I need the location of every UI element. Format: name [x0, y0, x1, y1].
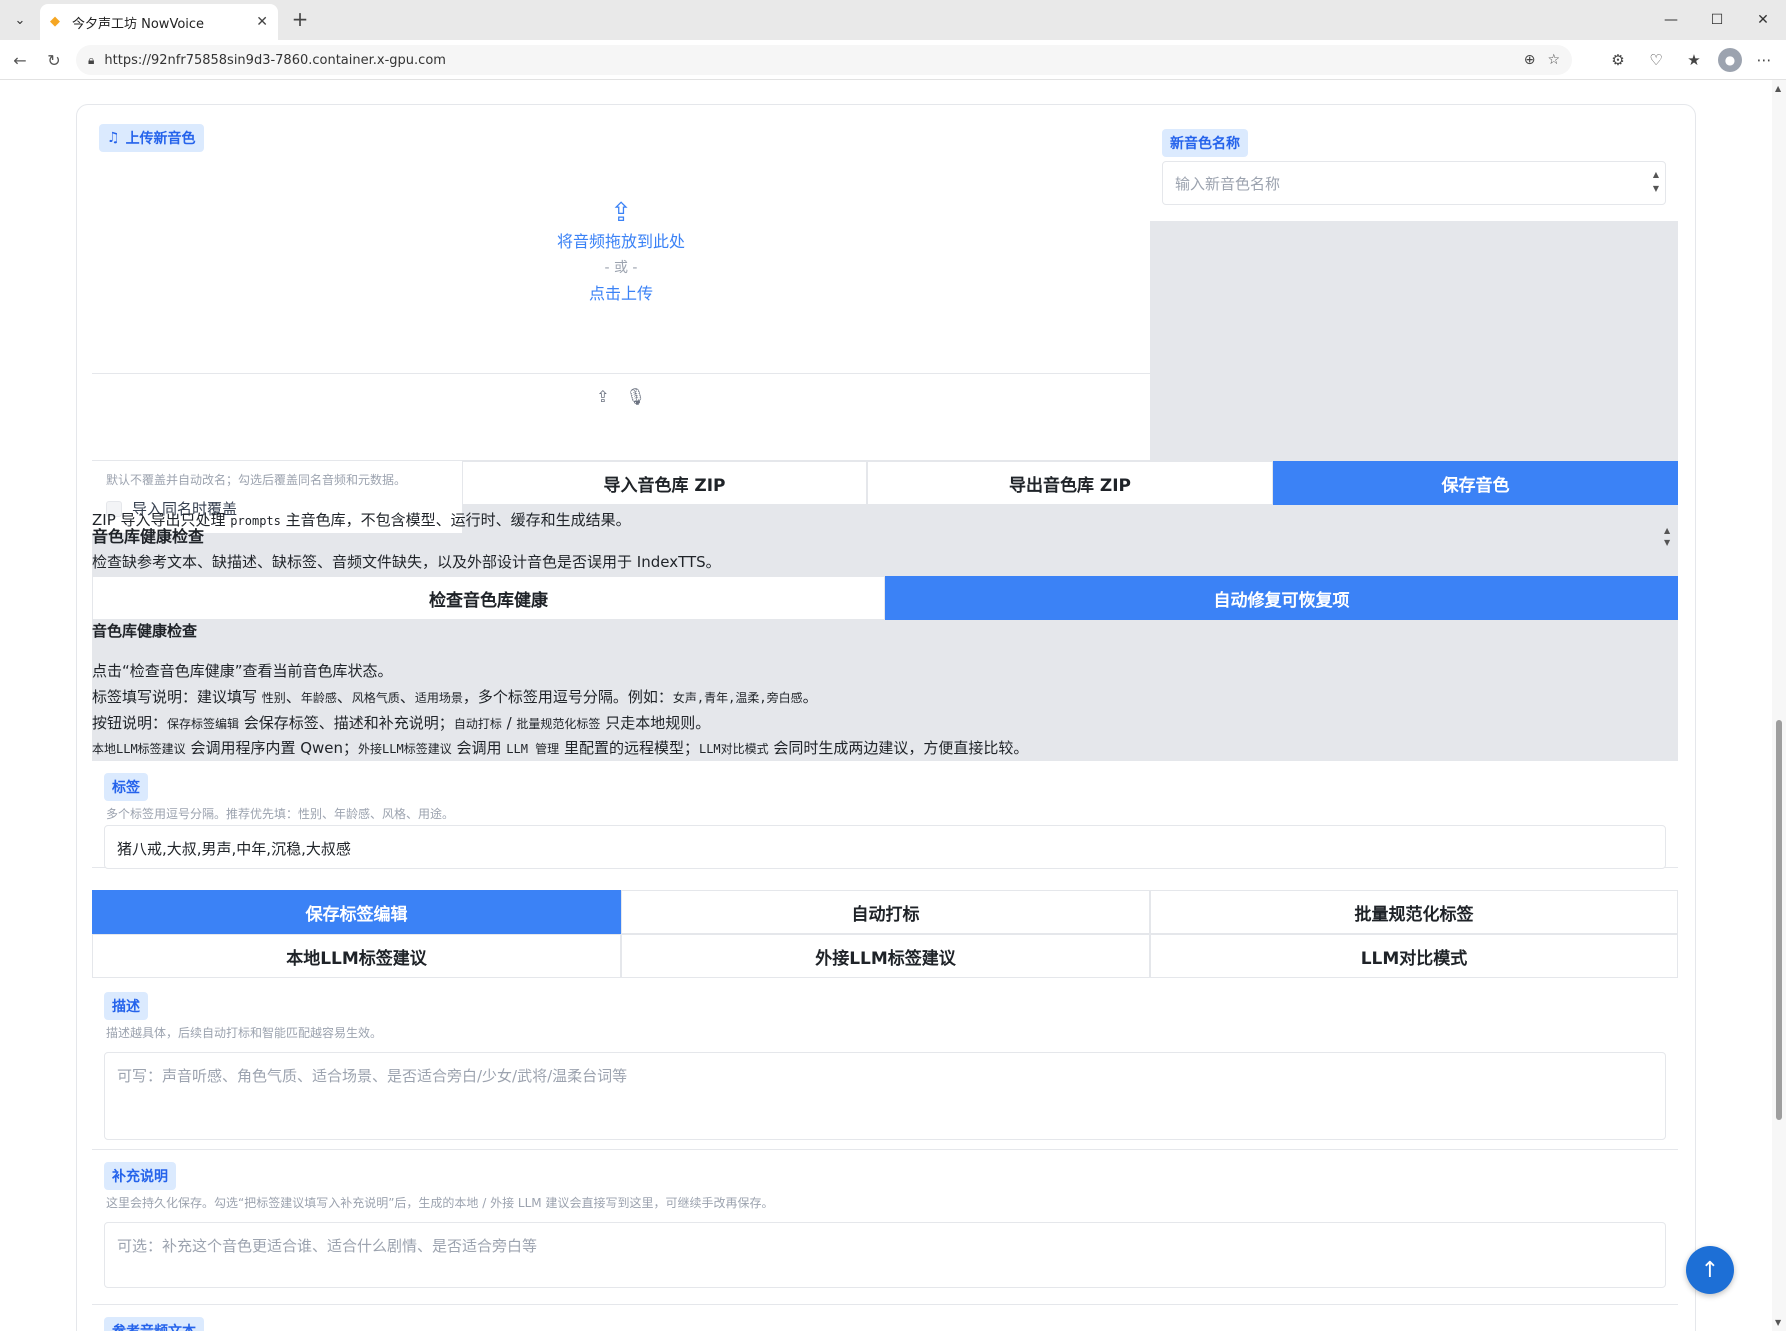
scrollbar-thumb[interactable] — [1776, 720, 1782, 1120]
zoom-icon[interactable]: ⊕ — [1524, 52, 1536, 68]
export-zip-button[interactable]: 导出音色库 ZIP — [867, 461, 1273, 505]
upload-dropzone[interactable]: ♫ 上传新音色 ⇪ 将音频拖放到此处 - 或 - 点击上传 ⇪ 🎙︎ — [92, 117, 1150, 461]
window-maximize-icon[interactable]: ☐ — [1694, 0, 1740, 40]
lock-icon: 🔒︎ — [88, 52, 95, 67]
scroll-down-icon[interactable]: ▼ — [1775, 1318, 1781, 1327]
name-input-spinner[interactable]: ▲ ▼ — [1653, 168, 1659, 196]
tab-title: 今夕声工坊 NowVoice — [72, 16, 205, 32]
back-arrow-icon[interactable]: ← — [8, 48, 32, 72]
scroll-to-top-button[interactable]: ↑ — [1686, 1246, 1734, 1294]
description-textarea[interactable]: 可写：声音听感、角色气质、适合场景、是否适合旁白/少女/武将/温柔台词等 — [104, 1052, 1666, 1140]
tags-label: 标签 — [104, 773, 148, 801]
page-viewport: ♫ 上传新音色 ⇪ 将音频拖放到此处 - 或 - 点击上传 ⇪ 🎙︎ 新音色名称… — [0, 80, 1772, 1331]
window-close-icon[interactable]: ✕ — [1740, 0, 1786, 40]
window-minimize-icon[interactable]: — — [1648, 0, 1694, 40]
favorite-star-icon[interactable]: ☆ — [1547, 52, 1560, 68]
supplement-section: 补充说明 这里会持久化保存。勾选“把标签建议填写入补充说明”后，生成的本地 / … — [92, 1150, 1678, 1305]
tags-hint: 多个标签用逗号分隔。推荐优先填：性别、年龄感、风格、用途。 — [106, 807, 455, 821]
more-menu-icon[interactable]: ⋯ — [1752, 48, 1776, 72]
normalize-tags-button[interactable]: 批量规范化标签 — [1150, 890, 1678, 934]
upload-arrow-icon: ⇪ — [610, 198, 632, 228]
check-health-button[interactable]: 检查音色库健康 — [92, 576, 885, 620]
health-spinner[interactable]: ▲ ▼ — [1664, 525, 1670, 549]
help-line-llm: 本地LLM标签建议 会调用程序内置 Qwen；外接LLM标签建议 会调用 LLM… — [92, 739, 1029, 757]
import-zip-button[interactable]: 导入音色库 ZIP — [462, 461, 867, 505]
save-voice-button[interactable]: 保存音色 — [1273, 461, 1678, 505]
new-voice-name-input[interactable]: 输入新音色名称 ▲ ▼ — [1162, 161, 1666, 205]
drop-text: 将音频拖放到此处 — [556, 232, 685, 251]
click-upload-text[interactable]: 点击上传 — [92, 281, 1150, 307]
scroll-up-icon[interactable]: ▲ — [1775, 84, 1781, 93]
health-title: 音色库健康检查 — [92, 527, 205, 546]
reference-text-section: 参考音频文本 — [92, 1305, 1678, 1331]
auto-tag-button[interactable]: 自动打标 — [621, 890, 1150, 934]
reload-icon[interactable]: ↻ — [42, 48, 66, 72]
browser-tab[interactable]: ◆ 今夕声工坊 NowVoice ✕ — [40, 4, 278, 40]
arrow-up-icon: ↑ — [1700, 1257, 1720, 1283]
upload-source-bar: ⇪ 🎙︎ — [92, 373, 1150, 418]
local-llm-tag-button[interactable]: 本地LLM标签建议 — [92, 934, 621, 978]
remote-llm-tag-button[interactable]: 外接LLM标签建议 — [621, 934, 1150, 978]
description-hint: 描述越具体，后续自动打标和智能匹配越容易生效。 — [106, 1026, 383, 1040]
health-result-title: 音色库健康检查 — [92, 622, 198, 640]
or-text: - 或 - — [604, 260, 638, 276]
autofix-button[interactable]: 自动修复可恢复项 — [885, 576, 1678, 620]
upload-label: ♫ 上传新音色 — [99, 124, 204, 152]
reference-text-label: 参考音频文本 — [104, 1317, 204, 1331]
tags-section: 标签 多个标签用逗号分隔。推荐优先填：性别、年龄感、风格、用途。 猪八戒,大叔,… — [92, 761, 1678, 869]
supplement-textarea[interactable]: 可选：补充这个音色更适合谁、适合什么剧情、是否适合旁白等 — [104, 1222, 1666, 1288]
extensions-icon[interactable]: ⚙ — [1606, 48, 1630, 72]
music-note-icon: ♫ — [107, 130, 120, 146]
supplement-hint: 这里会持久化保存。勾选“把标签建议填写入补充说明”后，生成的本地 / 外接 LL… — [106, 1196, 774, 1210]
tags-input[interactable]: 猪八戒,大叔,男声,中年,沉稳,大叔感 — [104, 825, 1666, 869]
address-bar: ← ↻ 🔒︎ https://92nfr75858sin9d3-7860.con… — [0, 40, 1786, 80]
supplement-label: 补充说明 — [104, 1162, 176, 1190]
collections-icon[interactable]: ★ — [1682, 48, 1706, 72]
help-line-tags: 标签填写说明：建议填写 性别、年龄感、风格气质、适用场景，多个标签用逗号分隔。例… — [92, 688, 818, 706]
url-field[interactable]: 🔒︎ https://92nfr75858sin9d3-7860.contain… — [76, 45, 1572, 75]
new-tab-plus-icon[interactable]: + — [288, 8, 312, 32]
url-text: https://92nfr75858sin9d3-7860.container.… — [104, 52, 446, 68]
microphone-icon[interactable]: 🎙︎ — [626, 387, 646, 406]
llm-compare-button[interactable]: LLM对比模式 — [1150, 934, 1678, 978]
new-voice-name-label: 新音色名称 — [1162, 129, 1248, 157]
tab-list-chevron-icon[interactable]: ⌄ — [8, 8, 32, 32]
tab-close-icon[interactable]: ✕ — [256, 14, 268, 30]
favicon-icon: ◆ — [50, 14, 60, 29]
overwrite-hint: 默认不覆盖并自动改名；勾选后覆盖同名音频和元数据。 — [106, 473, 407, 487]
help-line-buttons: 按钮说明：保存标签编辑 会保存标签、描述和补充说明；自动打标 / 批量规范化标签… — [92, 714, 711, 732]
save-tag-edit-button[interactable]: 保存标签编辑 — [92, 890, 621, 934]
browser-essentials-icon[interactable]: ♡ — [1644, 48, 1668, 72]
description-label: 描述 — [104, 992, 148, 1020]
new-voice-name-panel: 新音色名称 输入新音色名称 ▲ ▼ — [1150, 117, 1678, 461]
page-scrollbar[interactable]: ▲ ▼ — [1772, 80, 1786, 1331]
health-result-hint: 点击“检查音色库健康”查看当前音色库状态。 — [92, 662, 393, 680]
upload-file-icon[interactable]: ⇪ — [596, 387, 609, 406]
description-section: 描述 描述越具体，后续自动打标和智能匹配越容易生效。 可写：声音听感、角色气质、… — [92, 980, 1678, 1150]
upload-instructions: ⇪ 将音频拖放到此处 - 或 - 点击上传 — [92, 197, 1150, 307]
health-description: 检查缺参考文本、缺描述、缺标签、音频文件缺失，以及外部设计音色是否误用于 Ind… — [92, 553, 721, 571]
profile-avatar[interactable]: ● — [1718, 48, 1742, 72]
browser-tab-bar: ⌄ ◆ 今夕声工坊 NowVoice ✕ + — ☐ ✕ — [0, 0, 1786, 40]
